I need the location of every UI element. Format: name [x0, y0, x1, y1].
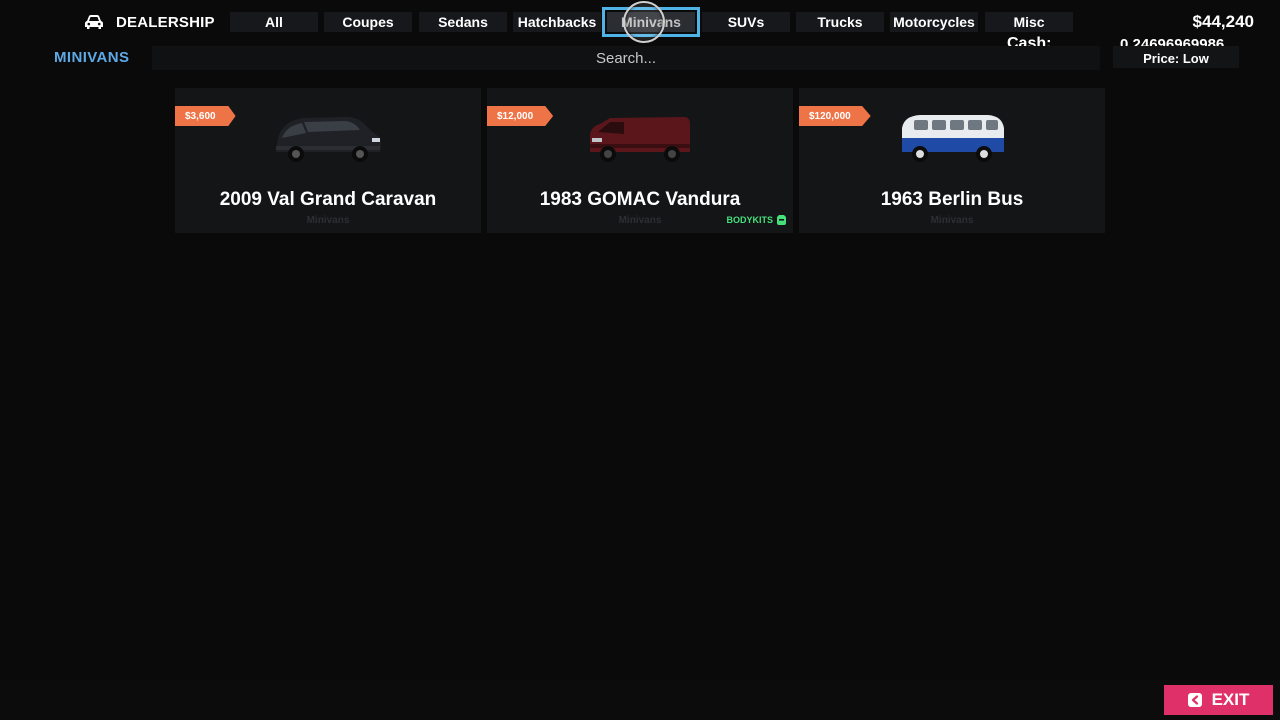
- vehicle-name: 1983 GOMAC Vandura: [539, 189, 741, 210]
- tab-label: Motorcycles: [893, 14, 975, 30]
- mouse-cursor: [623, 1, 665, 43]
- vehicle-card[interactable]: $120,000 1963 Berlin Bus Minivans: [799, 88, 1105, 233]
- tab-misc[interactable]: Misc: [985, 12, 1073, 32]
- car-icon: [85, 15, 103, 29]
- top-bar: DEALERSHIP All Coupes Sedans Hatchbacks …: [0, 0, 1280, 44]
- tab-label: All: [265, 14, 283, 30]
- sort-label: Price: Low: [1143, 50, 1209, 66]
- search-input[interactable]: [152, 46, 1100, 70]
- vehicle-card[interactable]: $3,600 2009 Val Grand Caravan Minivans: [175, 88, 481, 233]
- vehicle-name: 2009 Val Grand Caravan: [219, 189, 437, 210]
- exit-button[interactable]: EXIT: [1164, 685, 1273, 715]
- sort-button[interactable]: Price: Low: [1113, 46, 1239, 68]
- minivan-image: [276, 117, 381, 162]
- price-tag: $12,000: [487, 106, 554, 126]
- price-tag: $3,600: [175, 106, 236, 126]
- vehicle-category: Minivans: [930, 215, 974, 226]
- money-balance: $44,240: [1192, 12, 1254, 31]
- tab-label: Sedans: [438, 14, 488, 30]
- exit-label: EXIT: [1211, 690, 1250, 709]
- bodykits-label: BODYKITS: [726, 215, 773, 225]
- tab-label: Misc: [1013, 14, 1045, 30]
- tab-sedans[interactable]: Sedans: [419, 12, 507, 32]
- vehicle-card[interactable]: $12,000 1983 GOMAC Vandura Minivans BODY…: [487, 88, 793, 233]
- vehicle-name: 1963 Berlin Bus: [880, 189, 1024, 210]
- tab-hatchbacks[interactable]: Hatchbacks: [513, 12, 601, 32]
- tab-motorcycles[interactable]: Motorcycles: [890, 12, 978, 32]
- vehicle-category: Minivans: [306, 215, 350, 226]
- van-image: [590, 117, 690, 162]
- tab-suvs[interactable]: SUVs: [702, 12, 790, 32]
- section-title: MINIVANS: [54, 49, 130, 66]
- tab-label: SUVs: [727, 14, 765, 30]
- bodykits-icon: [777, 215, 786, 225]
- tab-label: Coupes: [342, 14, 394, 30]
- bottom-bar: [0, 680, 1280, 720]
- tab-label: Trucks: [817, 14, 863, 30]
- tab-all[interactable]: All: [230, 12, 318, 32]
- bodykits-badge: BODYKITS: [726, 215, 787, 225]
- tab-label: Hatchbacks: [517, 14, 597, 30]
- tab-trucks[interactable]: Trucks: [796, 12, 884, 32]
- bus-image: [902, 115, 1004, 162]
- app-title: DEALERSHIP: [116, 13, 215, 31]
- brand: DEALERSHIP: [84, 12, 215, 32]
- price-tag: $120,000: [799, 106, 871, 126]
- tab-coupes[interactable]: Coupes: [324, 12, 412, 32]
- exit-icon: [1187, 693, 1202, 707]
